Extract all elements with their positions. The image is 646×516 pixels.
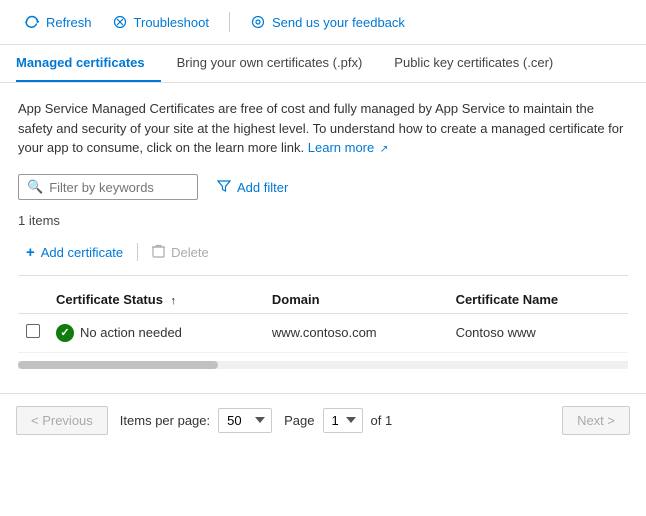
tab-pfx-certificates[interactable]: Bring your own certificates (.pfx) — [161, 45, 379, 82]
previous-button[interactable]: < Previous — [16, 406, 108, 435]
status-success-icon — [56, 324, 74, 342]
add-certificate-button[interactable]: + Add certificate — [18, 240, 131, 265]
items-per-page-label: Items per page: — [120, 413, 210, 428]
row-checkbox[interactable] — [26, 324, 40, 338]
filter-bar: 🔍 Add filter — [18, 174, 628, 201]
delete-icon — [152, 244, 165, 261]
troubleshoot-label: Troubleshoot — [134, 15, 209, 30]
tab-managed-certificates[interactable]: Managed certificates — [16, 45, 161, 82]
toolbar-divider — [229, 12, 230, 32]
tabs: Managed certificates Bring your own cert… — [0, 45, 646, 83]
items-per-page: Items per page: 50 10 20 100 — [120, 408, 272, 433]
feedback-label: Send us your feedback — [272, 15, 405, 30]
scrollbar-thumb[interactable] — [18, 361, 218, 369]
refresh-icon — [24, 14, 40, 30]
troubleshoot-button[interactable]: Troubleshoot — [104, 10, 217, 34]
filter-icon — [217, 179, 231, 196]
main-content: App Service Managed Certificates are fre… — [0, 83, 646, 385]
col-checkbox — [18, 286, 48, 314]
action-divider — [137, 243, 138, 261]
col-status[interactable]: Certificate Status ↑ — [48, 286, 264, 314]
delete-label: Delete — [171, 245, 209, 260]
row-checkbox-cell — [18, 313, 48, 352]
table-header-row: Certificate Status ↑ Domain Certificate … — [18, 286, 628, 314]
page-selector: Page 1 of 1 — [284, 408, 392, 433]
feedback-icon — [250, 14, 266, 30]
action-bar: + Add certificate Delete — [18, 240, 628, 276]
certificates-table: Certificate Status ↑ Domain Certificate … — [18, 286, 628, 353]
add-certificate-label: Add certificate — [41, 245, 123, 260]
refresh-label: Refresh — [46, 15, 92, 30]
next-button[interactable]: Next > — [562, 406, 630, 435]
page-select[interactable]: 1 — [323, 408, 363, 433]
external-link-icon: ↗ — [380, 144, 388, 155]
pagination-footer: < Previous Items per page: 50 10 20 100 … — [0, 393, 646, 447]
feedback-button[interactable]: Send us your feedback — [242, 10, 413, 34]
items-count: 1 items — [18, 213, 628, 228]
learn-more-link[interactable]: Learn more ↗ — [308, 140, 389, 155]
row-domain-cell: www.contoso.com — [264, 313, 448, 352]
add-filter-button[interactable]: Add filter — [208, 174, 297, 201]
horizontal-scrollbar[interactable] — [18, 361, 628, 369]
page-label: Page — [284, 413, 314, 428]
toolbar: Refresh Troubleshoot Send us your feedba… — [0, 0, 646, 45]
col-domain: Domain — [264, 286, 448, 314]
sort-arrow-icon: ↑ — [171, 295, 177, 307]
of-label: of 1 — [371, 413, 393, 428]
troubleshoot-icon — [112, 14, 128, 30]
status-cell: No action needed — [56, 324, 256, 342]
search-icon: 🔍 — [27, 179, 43, 195]
delete-button[interactable]: Delete — [144, 240, 217, 265]
status-label: No action needed — [80, 325, 182, 340]
add-icon: + — [26, 244, 35, 261]
col-cert-name: Certificate Name — [448, 286, 628, 314]
refresh-button[interactable]: Refresh — [16, 10, 100, 34]
description-text: App Service Managed Certificates are fre… — [18, 99, 628, 158]
table-row: No action needed www.contoso.com Contoso… — [18, 313, 628, 352]
items-per-page-select[interactable]: 50 10 20 100 — [218, 408, 272, 433]
filter-input-wrap[interactable]: 🔍 — [18, 174, 198, 200]
add-filter-label: Add filter — [237, 180, 288, 195]
row-status-cell: No action needed — [48, 313, 264, 352]
row-cert-name-cell: Contoso www — [448, 313, 628, 352]
tab-cer-certificates[interactable]: Public key certificates (.cer) — [378, 45, 569, 82]
filter-input[interactable] — [49, 180, 189, 195]
